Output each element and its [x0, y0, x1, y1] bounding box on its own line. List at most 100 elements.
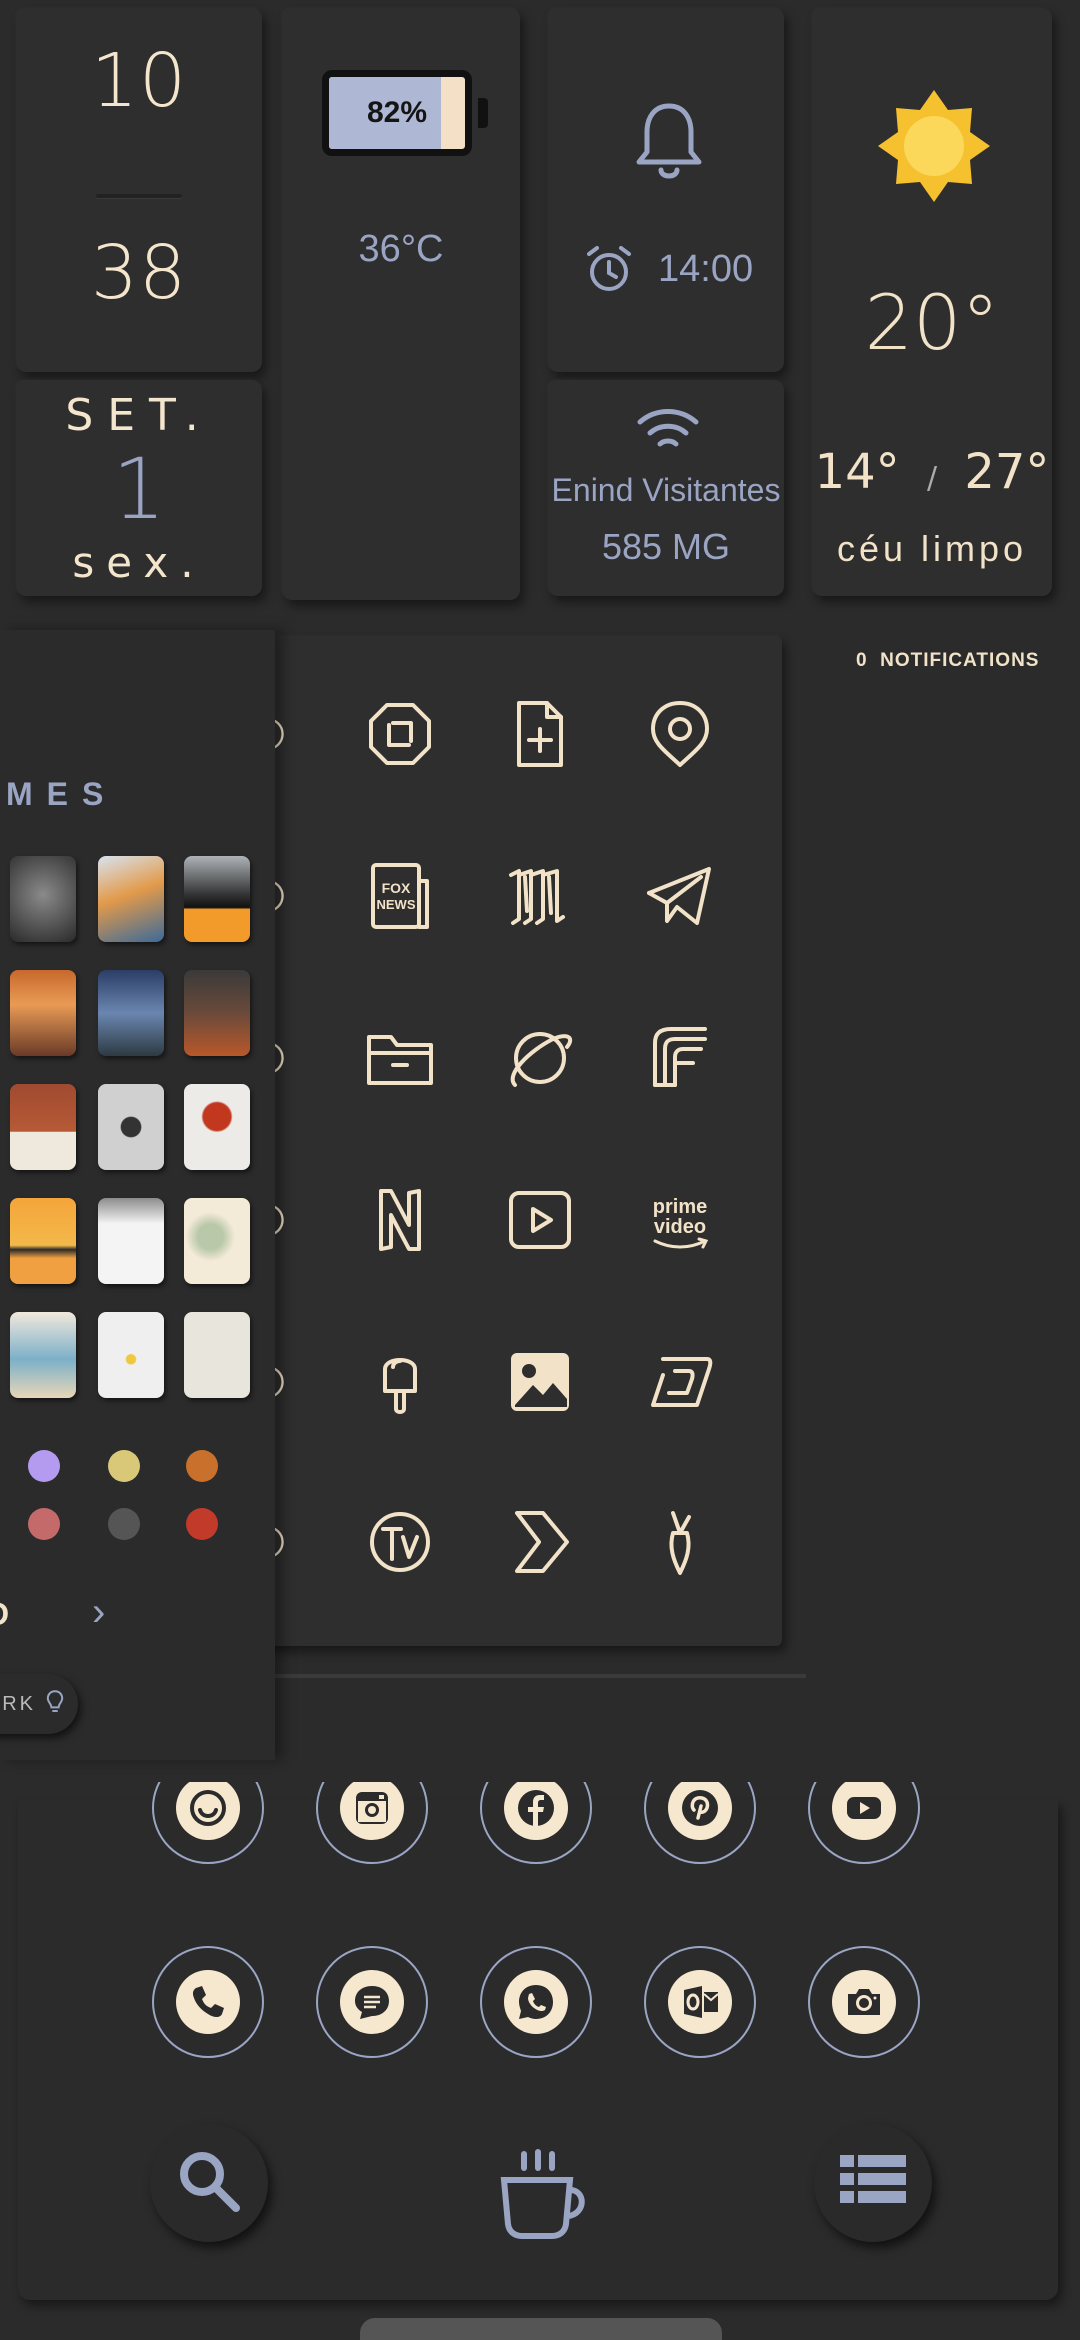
video-play-icon[interactable] [500, 1180, 580, 1260]
feedly-icon[interactable] [640, 1018, 720, 1098]
chevron-app-icon[interactable] [500, 1502, 580, 1582]
clock-widget[interactable]: 10 38 [16, 8, 262, 372]
fox-news-icon[interactable]: FOX NEWS [360, 856, 440, 936]
color-dot[interactable] [28, 1450, 60, 1482]
coffee-cup-icon [494, 2149, 594, 2246]
battery-percent: 82% [366, 96, 428, 129]
bell-icon [634, 98, 704, 188]
color-dot[interactable] [108, 1450, 140, 1482]
clock-hour: 10 [90, 38, 188, 124]
facebook-app[interactable] [480, 1782, 592, 1864]
messages-app[interactable] [316, 1946, 428, 2058]
clock-minute: 38 [90, 230, 188, 316]
weather-high: 27° [964, 444, 1050, 500]
clock-divider [96, 194, 182, 198]
alarm-widget[interactable]: 14:00 [548, 8, 784, 372]
weather-widget[interactable]: 20° 14° / 27° céu limpo [812, 8, 1052, 596]
home-handle[interactable] [360, 2318, 722, 2340]
color-dot[interactable] [186, 1508, 218, 1540]
gallery-icon[interactable] [500, 1342, 580, 1422]
date-month: SET. [65, 390, 213, 441]
date-day: 1 [112, 440, 166, 538]
theme-thumb-6[interactable] [184, 970, 250, 1056]
list-button[interactable] [814, 2124, 932, 2242]
svg-text:NEWS: NEWS [377, 897, 416, 912]
location-pin-icon[interactable] [640, 694, 720, 774]
file-add-icon[interactable] [500, 694, 580, 774]
instagram-app[interactable] [316, 1782, 428, 1864]
phone-icon [176, 1970, 240, 2034]
icon-grid-panel [210, 636, 782, 1646]
dark-mode-label: RK [2, 1692, 36, 1715]
prime-video-icon[interactable]: prime video [640, 1180, 720, 1260]
weather-range: 14° / 27° [812, 444, 1052, 500]
svg-text:FOX: FOX [382, 880, 411, 896]
pinterest-icon [668, 1782, 732, 1840]
phone-app[interactable] [152, 1946, 264, 2058]
planet-icon[interactable] [500, 1018, 580, 1098]
notifications-label[interactable]: 0 NOTIFICATIONS [856, 650, 1039, 672]
coffee-cup-button[interactable] [494, 2146, 594, 2242]
svg-text:prime: prime [653, 1196, 707, 1218]
pinterest-app[interactable] [644, 1782, 756, 1864]
weather-separator: / [926, 461, 938, 496]
weather-condition: céu limpo [836, 528, 1028, 569]
theme-thumb-14[interactable] [98, 1312, 164, 1398]
facebook-icon [504, 1782, 568, 1840]
old-english-m-icon[interactable] [500, 856, 580, 936]
wifi-icon [636, 406, 700, 454]
theme-thumb-1[interactable] [10, 856, 76, 942]
instagram-icon [340, 1782, 404, 1840]
list-icon [838, 2151, 908, 2216]
color-dot[interactable] [28, 1508, 60, 1540]
deezer-icon[interactable] [640, 1342, 720, 1422]
search-icon [174, 2146, 244, 2221]
weather-temp: 20° [864, 278, 1000, 367]
themes-title: MES [6, 776, 118, 812]
search-button[interactable] [150, 2124, 268, 2242]
color-dot[interactable] [108, 1508, 140, 1540]
carrot-icon[interactable] [640, 1502, 720, 1582]
date-widget[interactable]: SET. 1 sex. [16, 380, 262, 596]
theme-thumb-13[interactable] [10, 1312, 76, 1398]
popsicle-icon[interactable] [360, 1342, 440, 1422]
camera-icon [832, 1970, 896, 2034]
theme-thumb-15[interactable] [184, 1312, 250, 1398]
theme-thumb-4[interactable] [10, 970, 76, 1056]
battery-widget[interactable]: 82% 36°C [282, 8, 520, 600]
telegram-icon[interactable] [640, 856, 720, 936]
theme-thumb-2[interactable] [98, 856, 164, 942]
chevron-right-icon[interactable]: › [92, 1590, 105, 1635]
svg-text:video: video [654, 1216, 706, 1238]
wifi-network: Enind Visitantes [551, 472, 781, 508]
alarm-clock-icon [584, 244, 634, 294]
theme-thumb-11[interactable] [98, 1198, 164, 1284]
theme-thumb-7[interactable] [10, 1084, 76, 1170]
youtube-app[interactable] [808, 1782, 920, 1864]
date-weekday: sex. [72, 538, 206, 587]
smile-app-icon [176, 1782, 240, 1840]
theme-thumb-5[interactable] [98, 970, 164, 1056]
outlook-app[interactable] [644, 1946, 756, 2058]
whatsapp-app[interactable] [480, 1946, 592, 2058]
camera-app[interactable] [808, 1946, 920, 2058]
outlook-icon [668, 1970, 732, 2034]
netflix-n-icon[interactable] [360, 1180, 440, 1260]
tv-icon[interactable] [360, 1502, 440, 1582]
sync-square-icon[interactable] [360, 694, 440, 774]
wifi-usage: 585 MG [601, 526, 731, 567]
battery-tip [478, 98, 488, 128]
color-dot[interactable] [186, 1450, 218, 1482]
theme-thumb-9[interactable] [184, 1084, 250, 1170]
smile-app-app[interactable] [152, 1782, 264, 1864]
folder-icon[interactable] [360, 1018, 440, 1098]
themes-panel[interactable]: MES D › RK [0, 630, 275, 1760]
page-divider [272, 1674, 806, 1678]
theme-thumb-3[interactable] [184, 856, 250, 942]
theme-thumb-12[interactable] [184, 1198, 250, 1284]
battery-icon: 82% [322, 70, 472, 156]
wifi-widget[interactable]: Enind Visitantes 585 MG [548, 380, 784, 596]
dark-mode-toggle[interactable]: RK [0, 1674, 78, 1734]
theme-thumb-8[interactable] [98, 1084, 164, 1170]
theme-thumb-10[interactable] [10, 1198, 76, 1284]
